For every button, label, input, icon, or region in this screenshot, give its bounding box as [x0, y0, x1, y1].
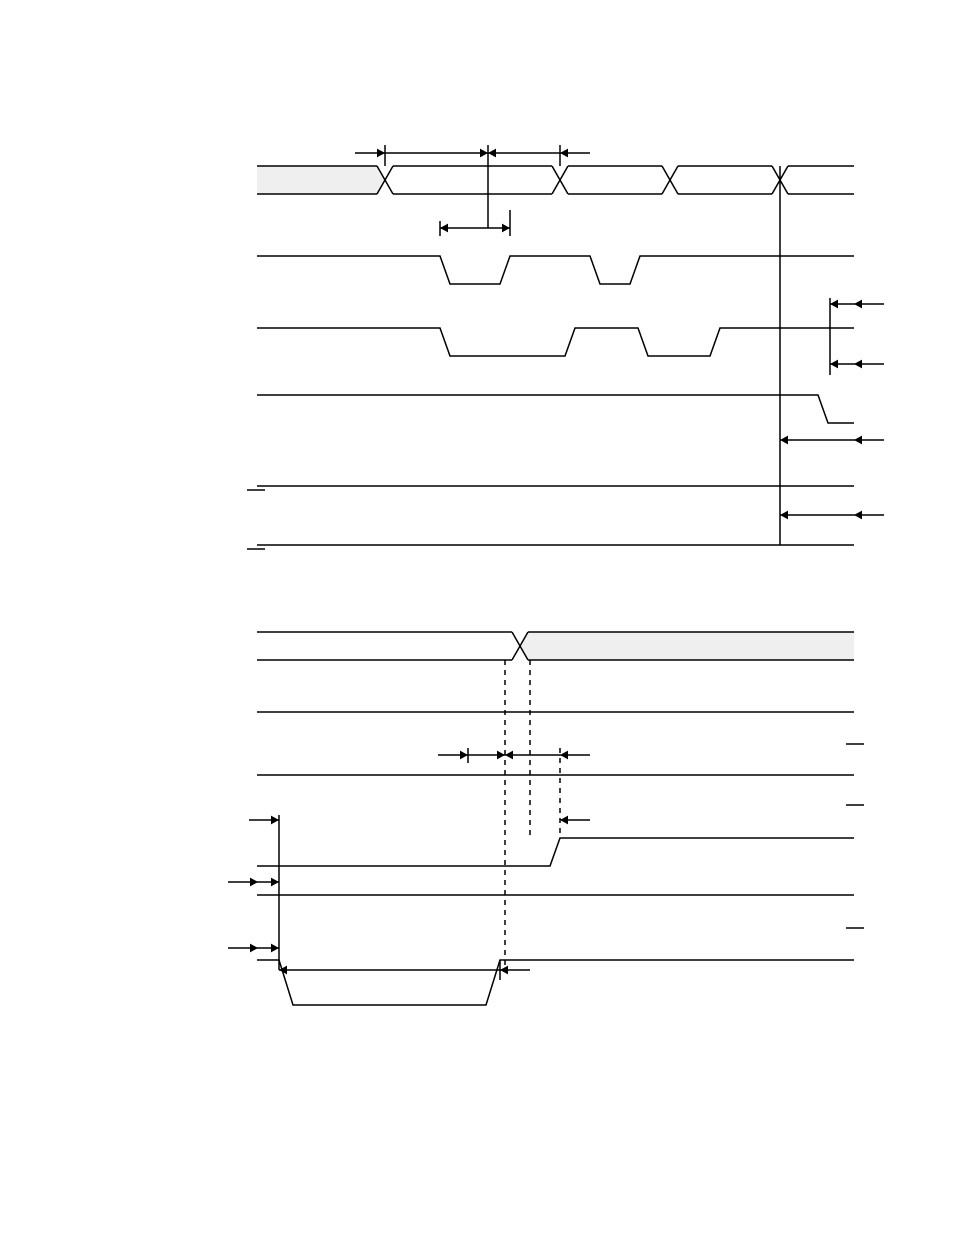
arrowhead	[854, 300, 862, 309]
dim-bot-5	[228, 944, 279, 953]
arrowhead	[560, 149, 568, 158]
bus-shaded	[520, 632, 854, 660]
arrowhead	[271, 944, 279, 953]
section-bottom	[228, 632, 864, 1005]
sig-top-b	[257, 328, 854, 356]
dim-top-r1	[830, 300, 884, 309]
arrowhead	[830, 360, 838, 369]
arrowhead	[502, 224, 510, 233]
arrowhead	[560, 751, 568, 760]
dim-bot-6	[279, 966, 530, 975]
arrowhead	[440, 224, 448, 233]
arrowhead	[560, 816, 568, 825]
arrowhead	[854, 360, 862, 369]
sig-top-c	[257, 395, 854, 423]
section-top	[247, 145, 884, 549]
arrowhead	[488, 149, 496, 158]
sig-top-a	[257, 256, 854, 284]
arrowhead	[505, 751, 513, 760]
dim-top-r4	[780, 511, 884, 520]
dim-bot-3	[249, 816, 590, 825]
arrowhead	[480, 149, 488, 158]
dim-top-2	[488, 149, 590, 158]
bus-shaded	[257, 166, 385, 194]
sig-bot-e	[257, 960, 854, 1005]
arrowhead	[780, 511, 788, 520]
arrowhead	[271, 816, 279, 825]
arrowhead	[854, 436, 862, 445]
arrowhead	[460, 751, 468, 760]
arrowhead	[780, 436, 788, 445]
sig-bot-c	[257, 838, 854, 866]
dim-top-1	[355, 149, 488, 158]
dim-top-r3	[780, 436, 884, 445]
dim-top-3	[440, 224, 510, 233]
arrowhead	[250, 878, 258, 887]
arrowhead	[830, 300, 838, 309]
arrowhead	[250, 944, 258, 953]
arrowhead	[497, 751, 505, 760]
dim-bot-1	[438, 751, 505, 760]
dim-bot-2	[505, 751, 590, 760]
arrowhead	[271, 878, 279, 887]
arrowhead	[854, 511, 862, 520]
arrowhead	[377, 149, 385, 158]
timing-diagram	[0, 0, 954, 1235]
arrowhead	[500, 966, 508, 975]
dim-bot-4	[228, 878, 279, 887]
dim-top-r2	[830, 360, 884, 369]
timing-svg	[0, 0, 954, 1235]
